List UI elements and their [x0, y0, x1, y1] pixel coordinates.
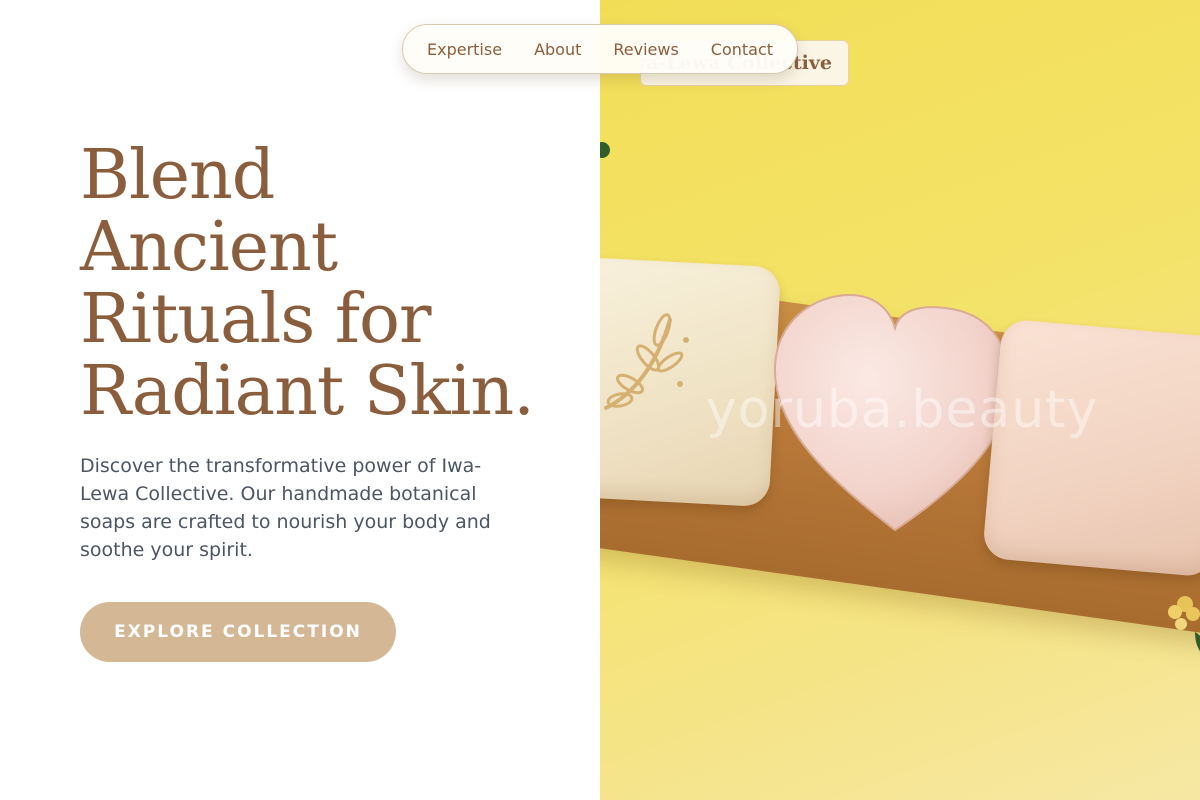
headline-line: Blend — [80, 136, 275, 215]
hero-image: yoruba.beauty — [600, 0, 1200, 800]
leaf-stamp-icon — [604, 313, 689, 410]
nav-link-contact[interactable]: Contact — [711, 40, 773, 59]
nav-link-reviews[interactable]: Reviews — [613, 40, 678, 59]
hero-content: Blend Ancient Rituals for Radiant Skin. … — [0, 0, 600, 800]
headline-line: Radiant Skin. — [80, 352, 535, 431]
hero-headline: Blend Ancient Rituals for Radiant Skin. — [80, 140, 580, 428]
headline-line: Ancient — [80, 208, 338, 287]
top-navigation: Expertise About Reviews Contact — [402, 24, 798, 74]
nav-link-about[interactable]: About — [534, 40, 581, 59]
soap-bar-right — [981, 318, 1200, 578]
image-watermark: yoruba.beauty — [706, 380, 1099, 440]
leaf-decoration — [600, 142, 610, 158]
nav-link-expertise[interactable]: Expertise — [427, 40, 502, 59]
hero-description: Discover the transformative power of Iwa… — [80, 455, 491, 561]
explore-collection-button[interactable]: EXPLORE COLLECTION — [80, 602, 396, 662]
headline-line: Rituals for — [80, 280, 431, 359]
flower-decoration-icon — [1168, 596, 1200, 652]
